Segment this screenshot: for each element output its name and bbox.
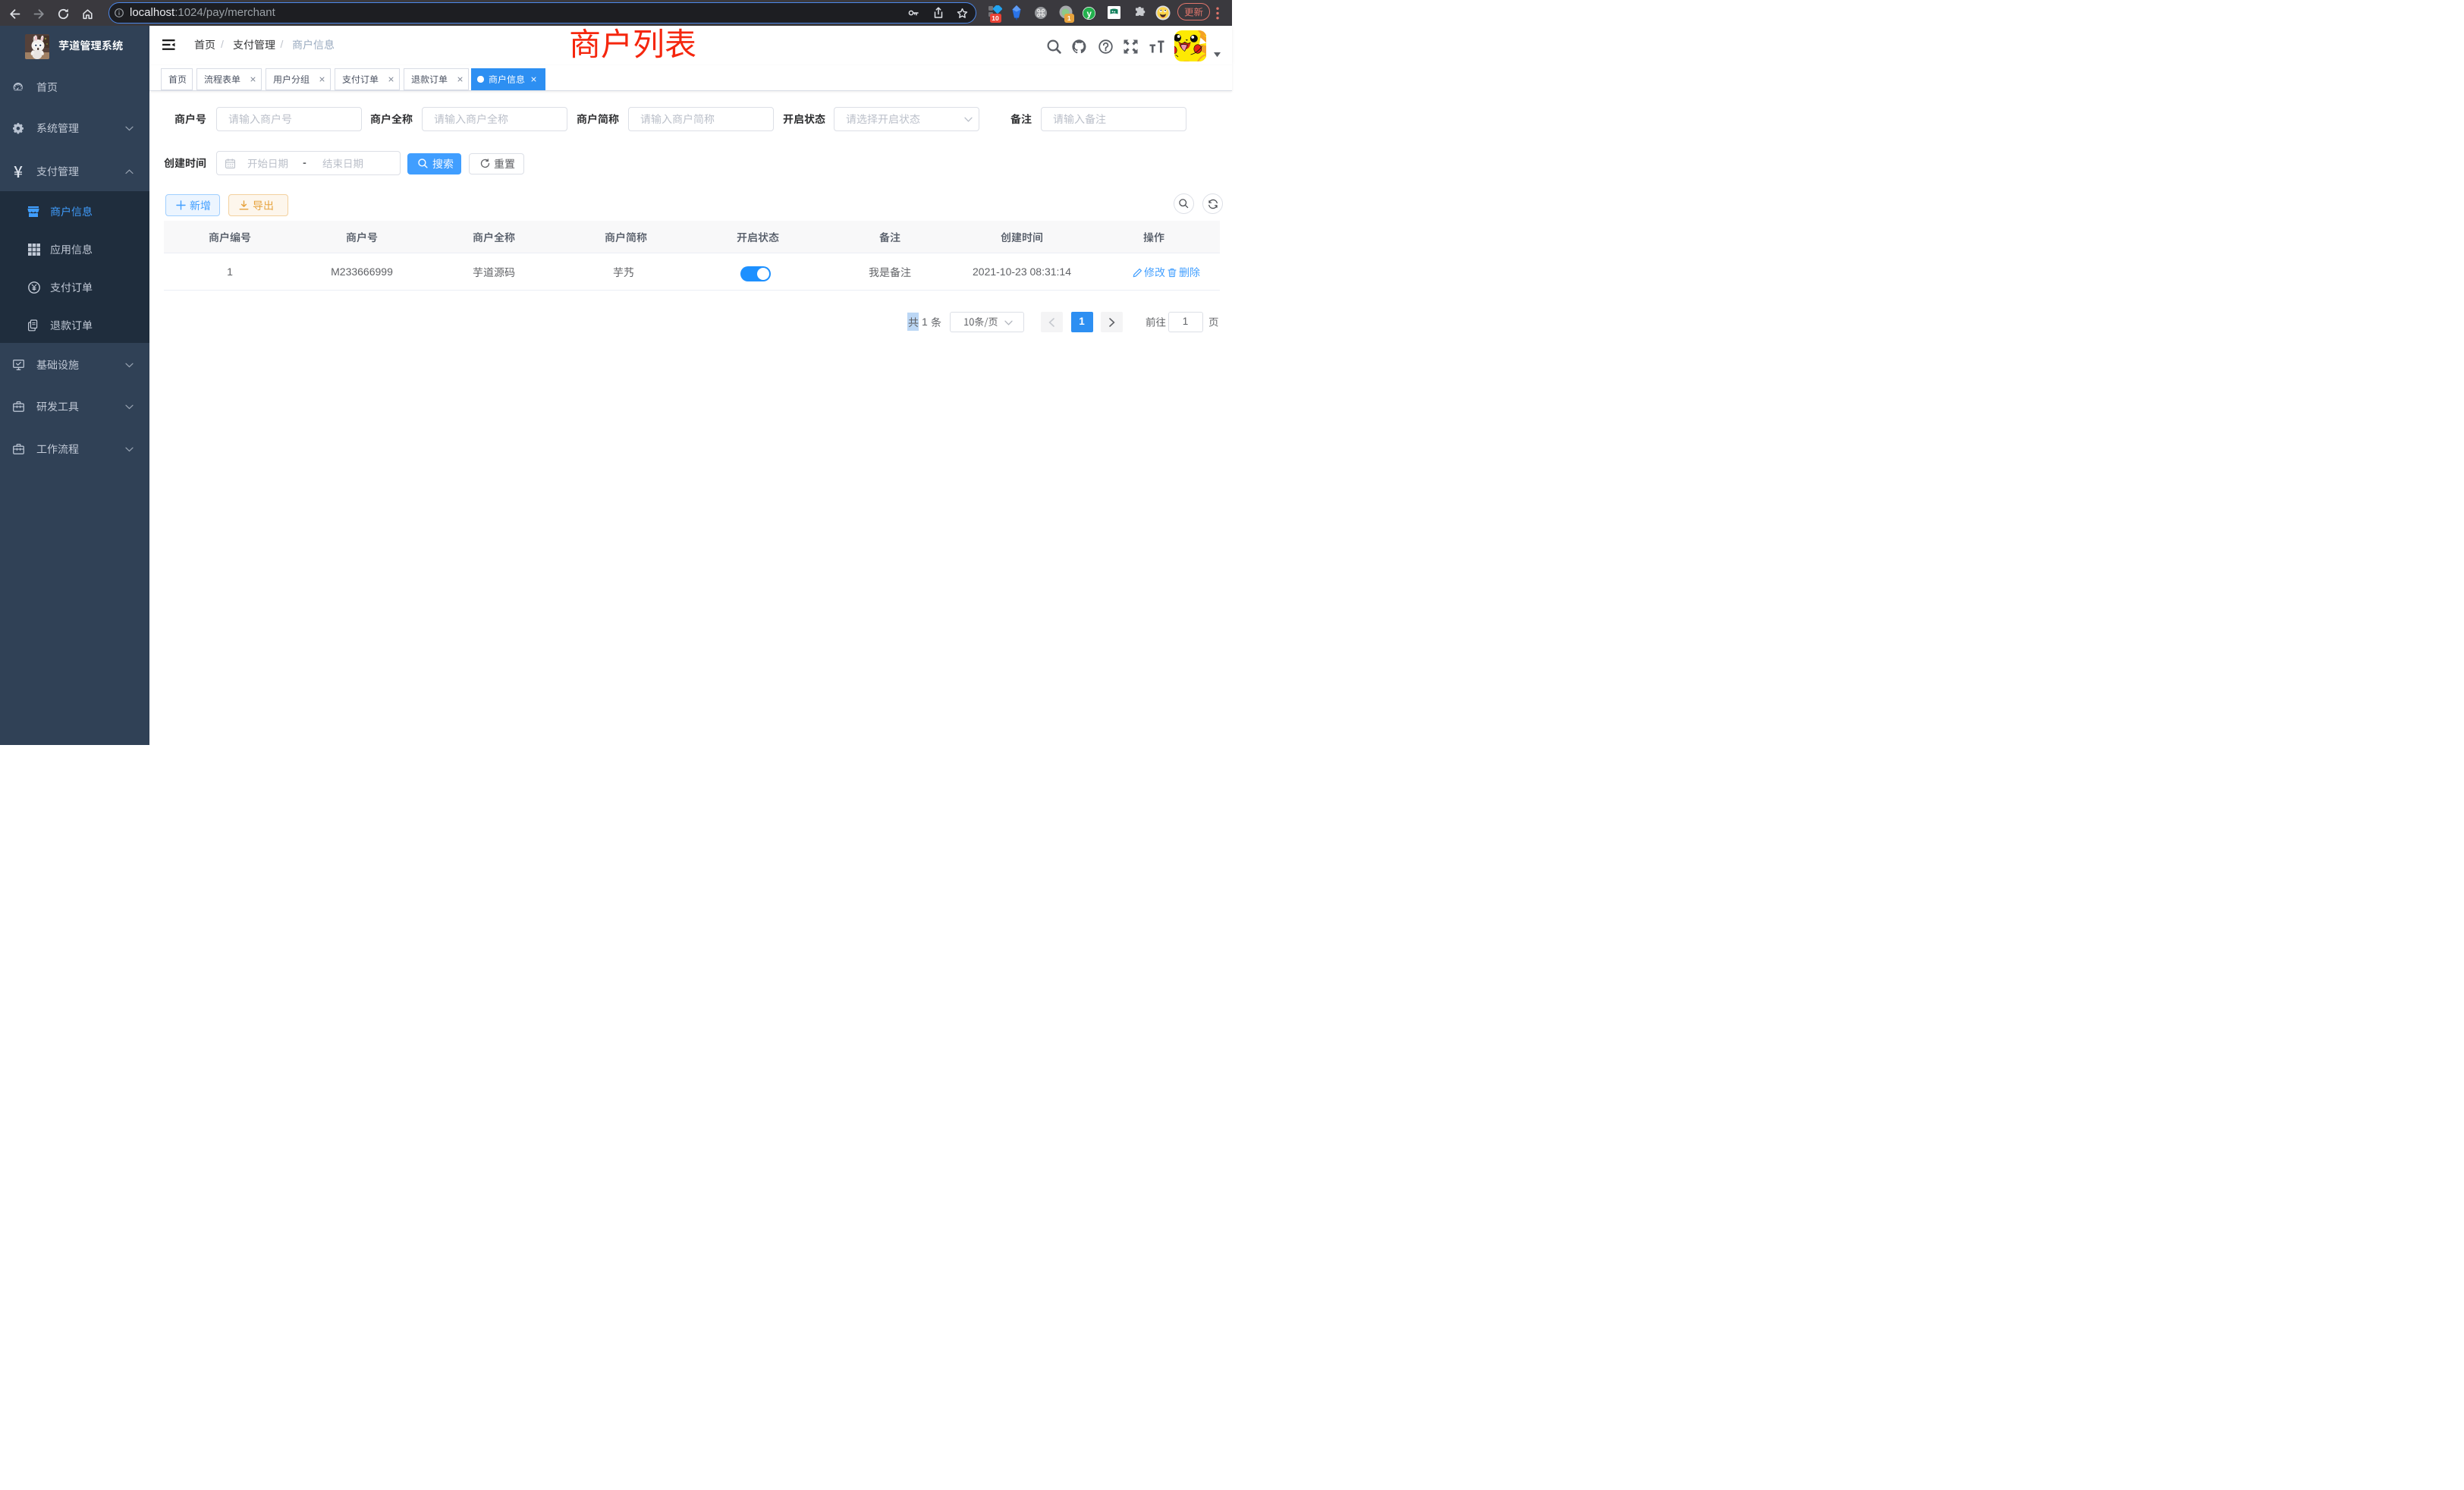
svg-text:y: y [1086,9,1092,18]
